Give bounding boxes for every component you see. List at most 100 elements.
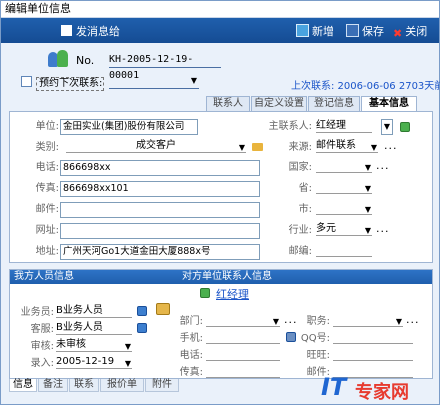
lower-panel: 我方人员信息 对方单位联系人信息 业务员: B业务人员 客服: B业务人员 审核… — [9, 269, 433, 379]
contact-fax-input[interactable] — [206, 363, 280, 378]
chevron-down-icon: ▼ — [124, 342, 131, 351]
tab-basic-info[interactable]: 基本信息 — [361, 96, 417, 112]
qq-input[interactable] — [333, 329, 413, 344]
audit-dropdown[interactable]: 未审核 ▼ — [56, 337, 132, 352]
title-label: 职务: — [306, 316, 330, 327]
industry-value: 多元 — [316, 223, 336, 234]
chevron-down-icon: ▼ — [364, 226, 371, 235]
watermark-text: 专家网 — [355, 382, 409, 403]
new-button[interactable]: 新增 — [296, 23, 334, 39]
source-value: 邮件联系 — [316, 140, 356, 151]
people-icon[interactable] — [156, 303, 170, 315]
industry-more-button[interactable]: ... — [376, 222, 390, 235]
province-label: 省: — [298, 183, 312, 194]
industry-dropdown[interactable]: 多元 ▼ — [316, 221, 372, 236]
main-contact-label: 主联系人: — [268, 121, 312, 132]
salesperson-value: B业务人员 — [56, 303, 132, 318]
salesperson-label: 业务员: — [20, 307, 54, 318]
tab-contact-log[interactable]: 联系 — [69, 379, 99, 392]
country-label: 国家: — [288, 162, 312, 173]
remind-date-dropdown[interactable]: ▼ — [109, 74, 199, 89]
source-dropdown[interactable]: 邮件联系 ▼ — [316, 138, 378, 153]
chevron-down-icon: ▼ — [364, 205, 371, 214]
unit-input[interactable]: 金田实业(集团)股份有限公司 — [60, 119, 198, 135]
contact-phone-input[interactable] — [206, 346, 280, 361]
email-input[interactable] — [60, 202, 260, 218]
audit-value: 未审核 — [56, 339, 86, 350]
category-dropdown[interactable]: 成交客户 ▼ — [66, 138, 246, 153]
service-picker-icon[interactable] — [137, 323, 147, 333]
save-button[interactable]: 保存 — [346, 23, 384, 39]
province-dropdown[interactable]: ▼ — [316, 179, 372, 194]
tab-attachments[interactable]: 附件 — [145, 379, 179, 392]
chevron-down-icon: ▼ — [238, 143, 245, 152]
save-icon — [346, 24, 359, 37]
mobile-label: 手机: — [179, 333, 203, 344]
chevron-down-icon: ▼ — [190, 76, 197, 85]
country-more-button[interactable]: ... — [376, 159, 390, 172]
website-input[interactable] — [60, 223, 260, 239]
contact-name-link[interactable]: 红经理 — [216, 286, 249, 302]
staff-section-title: 我方人员信息 — [14, 271, 74, 282]
fax-input[interactable]: 866698xx101 — [60, 181, 260, 197]
phone-call-icon[interactable] — [286, 332, 296, 342]
remind-next-contact[interactable]: 预约下次联系: — [21, 76, 104, 91]
city-dropdown[interactable]: ▼ — [316, 200, 372, 215]
source-label: 来源: — [288, 142, 312, 153]
chevron-down-icon: ▼ — [272, 317, 279, 326]
city-label: 市: — [298, 204, 312, 215]
contact-person-icon[interactable] — [400, 122, 410, 132]
last-contact-info: 上次联系: 2006-06-06 2703天前 — [291, 81, 440, 92]
title-more-button[interactable]: ... — [406, 313, 420, 326]
entry-date-dropdown[interactable]: 2005-12-19 ▼ — [56, 354, 132, 369]
dept-dropdown[interactable]: ▼ — [206, 312, 280, 327]
industry-label: 行业: — [288, 225, 312, 236]
tab-custom-settings[interactable]: 自定义设置 — [251, 96, 307, 111]
category-label: 类别: — [35, 142, 59, 153]
contact-fax-label: 传真: — [179, 367, 203, 378]
zip-input[interactable] — [316, 242, 372, 257]
remind-checkbox[interactable] — [21, 76, 32, 87]
contact-phone-label: 电话: — [179, 350, 203, 361]
mobile-input[interactable] — [206, 329, 280, 344]
send-message-checkbox[interactable] — [61, 25, 72, 36]
phone-input[interactable]: 866698xx — [60, 160, 260, 176]
address-label: 地址: — [35, 246, 59, 257]
qq-label: QQ号: — [300, 333, 330, 344]
watermark-brand: IT — [321, 373, 347, 401]
send-message-label: 发消息给 — [76, 25, 120, 38]
tab-notes[interactable]: 备注 — [38, 379, 68, 392]
record-header: No. KH-2005-12-19-00001 预约下次联系: ▼ 上次联系: … — [1, 44, 440, 99]
unit-label: 单位: — [35, 121, 59, 132]
save-label: 保存 — [362, 25, 384, 38]
chevron-down-icon: ▼ — [383, 122, 391, 131]
salesperson-picker-icon[interactable] — [137, 306, 147, 316]
remind-label: 预约下次联系: — [36, 77, 104, 91]
tab-quotes[interactable]: 报价单 — [100, 379, 144, 392]
edit-unit-window: 编辑单位信息 发消息给 新增 保存 ✖ 关闭 No. KH-2005-12-19-… — [0, 0, 440, 405]
address-input[interactable]: 广州天河Go1大道金田大厦888x号 — [60, 244, 260, 260]
chevron-down-icon: ▼ — [364, 163, 371, 172]
record-no-label: No. — [76, 54, 95, 67]
chevron-down-icon: ▼ — [124, 359, 131, 368]
title-dropdown[interactable]: ▼ — [333, 312, 403, 327]
lower-header: 我方人员信息 对方单位联系人信息 — [10, 270, 432, 284]
customer-icon — [48, 50, 70, 68]
chevron-down-icon: ▼ — [370, 143, 377, 152]
send-message-option[interactable]: 发消息给 — [61, 23, 120, 39]
toolbar: 发消息给 新增 保存 ✖ 关闭 — [1, 18, 439, 43]
tab-registration[interactable]: 登记信息 — [308, 96, 360, 111]
wangwang-input[interactable] — [333, 346, 413, 361]
contact-section-title: 对方单位联系人信息 — [182, 271, 272, 282]
main-contact-dropdown[interactable]: ▼ — [381, 119, 393, 135]
website-label: 网址: — [35, 225, 59, 236]
zip-label: 邮编: — [288, 246, 312, 257]
country-dropdown[interactable]: ▼ — [316, 158, 372, 173]
close-button[interactable]: ✖ 关闭 — [393, 23, 427, 40]
site-watermark: IT 专家网 — [319, 373, 437, 403]
contact-person-icon — [200, 288, 210, 298]
basic-info-panel: 单位: 金田实业(集团)股份有限公司 类别: 成交客户 ▼ 电话: 866698x… — [9, 111, 433, 263]
source-more-button[interactable]: ... — [384, 139, 398, 152]
tab-info[interactable]: 信息 — [9, 379, 37, 392]
tab-contacts[interactable]: 联系人 — [206, 96, 250, 111]
